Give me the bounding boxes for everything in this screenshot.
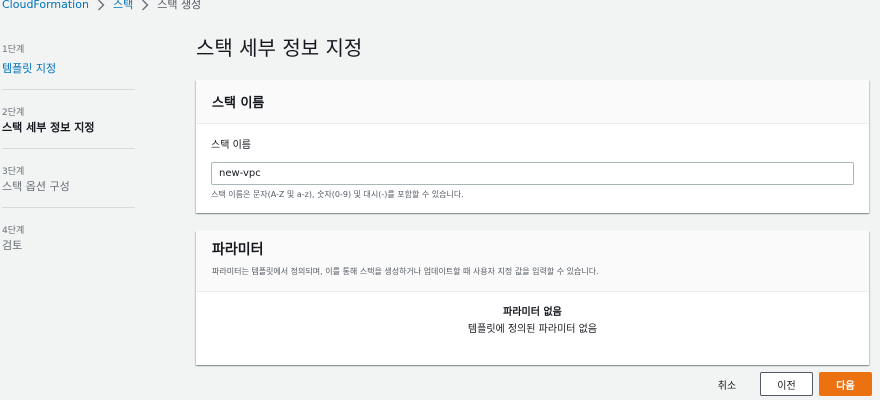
panel-title: 스택 이름 xyxy=(212,96,265,111)
panel-header: 파라미터 파라미터는 템플릿에서 정의되며, 이를 통해 스택을 생성하거나 업… xyxy=(196,231,869,292)
empty-text: 템플릿에 정의된 파라미터 없음 xyxy=(467,324,598,335)
previous-button[interactable]: 이전 xyxy=(760,372,813,396)
stack-name-panel: 스택 이름 스택 이름 스택 이름은 문자(A-Z 및 a-z), 숫자(0-9… xyxy=(196,80,869,213)
breadcrumb-stacks[interactable]: 스택 xyxy=(113,0,133,13)
next-button[interactable]: 다음 xyxy=(819,372,872,396)
panel-title: 파라미터 xyxy=(212,242,264,258)
step-number: 4단계 xyxy=(2,226,25,236)
breadcrumb-cloudformation[interactable]: CloudFormation xyxy=(2,0,89,13)
step-2: 2단계 스택 세부 정보 지정 xyxy=(2,103,135,149)
cancel-button[interactable]: 취소 xyxy=(705,372,749,396)
panel-header: 스택 이름 xyxy=(196,80,869,124)
step-label-stack-details: 스택 세부 정보 지정 xyxy=(2,121,95,134)
stack-name-input[interactable] xyxy=(211,162,854,185)
step-number: 3단계 xyxy=(2,167,25,177)
step-number: 1단계 xyxy=(2,45,25,55)
page-title: 스택 세부 정보 지정 xyxy=(196,36,363,60)
step-label-review: 검토 xyxy=(2,239,23,252)
breadcrumb: CloudFormation 스택 스택 생성 xyxy=(2,0,201,13)
step-4: 4단계 검토 xyxy=(2,221,135,266)
parameters-empty-state: 파라미터 없음 템플릿에 정의된 파라미터 없음 xyxy=(196,292,869,337)
step-link-template[interactable]: 템플릿 지정 xyxy=(2,62,56,75)
step-number: 2단계 xyxy=(2,108,25,118)
stack-name-label: 스택 이름 xyxy=(211,140,251,151)
panel-body: 스택 이름 스택 이름은 문자(A-Z 및 a-z), 숫자(0-9) 및 대시… xyxy=(196,124,869,201)
wizard-steps: 1단계 템플릿 지정 2단계 스택 세부 정보 지정 3단계 스택 옵션 구성 … xyxy=(2,40,135,279)
empty-title: 파라미터 없음 xyxy=(503,307,562,318)
parameters-description: 파라미터는 템플릿에서 정의되며, 이를 통해 스택을 생성하거나 업데이트할 … xyxy=(212,267,599,276)
step-1: 1단계 템플릿 지정 xyxy=(2,40,135,90)
breadcrumb-current: 스택 생성 xyxy=(157,0,202,11)
chevron-right-icon xyxy=(97,0,105,11)
chevron-right-icon xyxy=(141,0,149,11)
step-label-stack-options: 스택 옵션 구성 xyxy=(2,180,70,193)
stack-name-hint: 스택 이름은 문자(A-Z 및 a-z), 숫자(0-9) 및 대시(-)를 포… xyxy=(211,190,464,199)
parameters-panel: 파라미터 파라미터는 템플릿에서 정의되며, 이를 통해 스택을 생성하거나 업… xyxy=(196,231,869,365)
step-3: 3단계 스택 옵션 구성 xyxy=(2,162,135,208)
